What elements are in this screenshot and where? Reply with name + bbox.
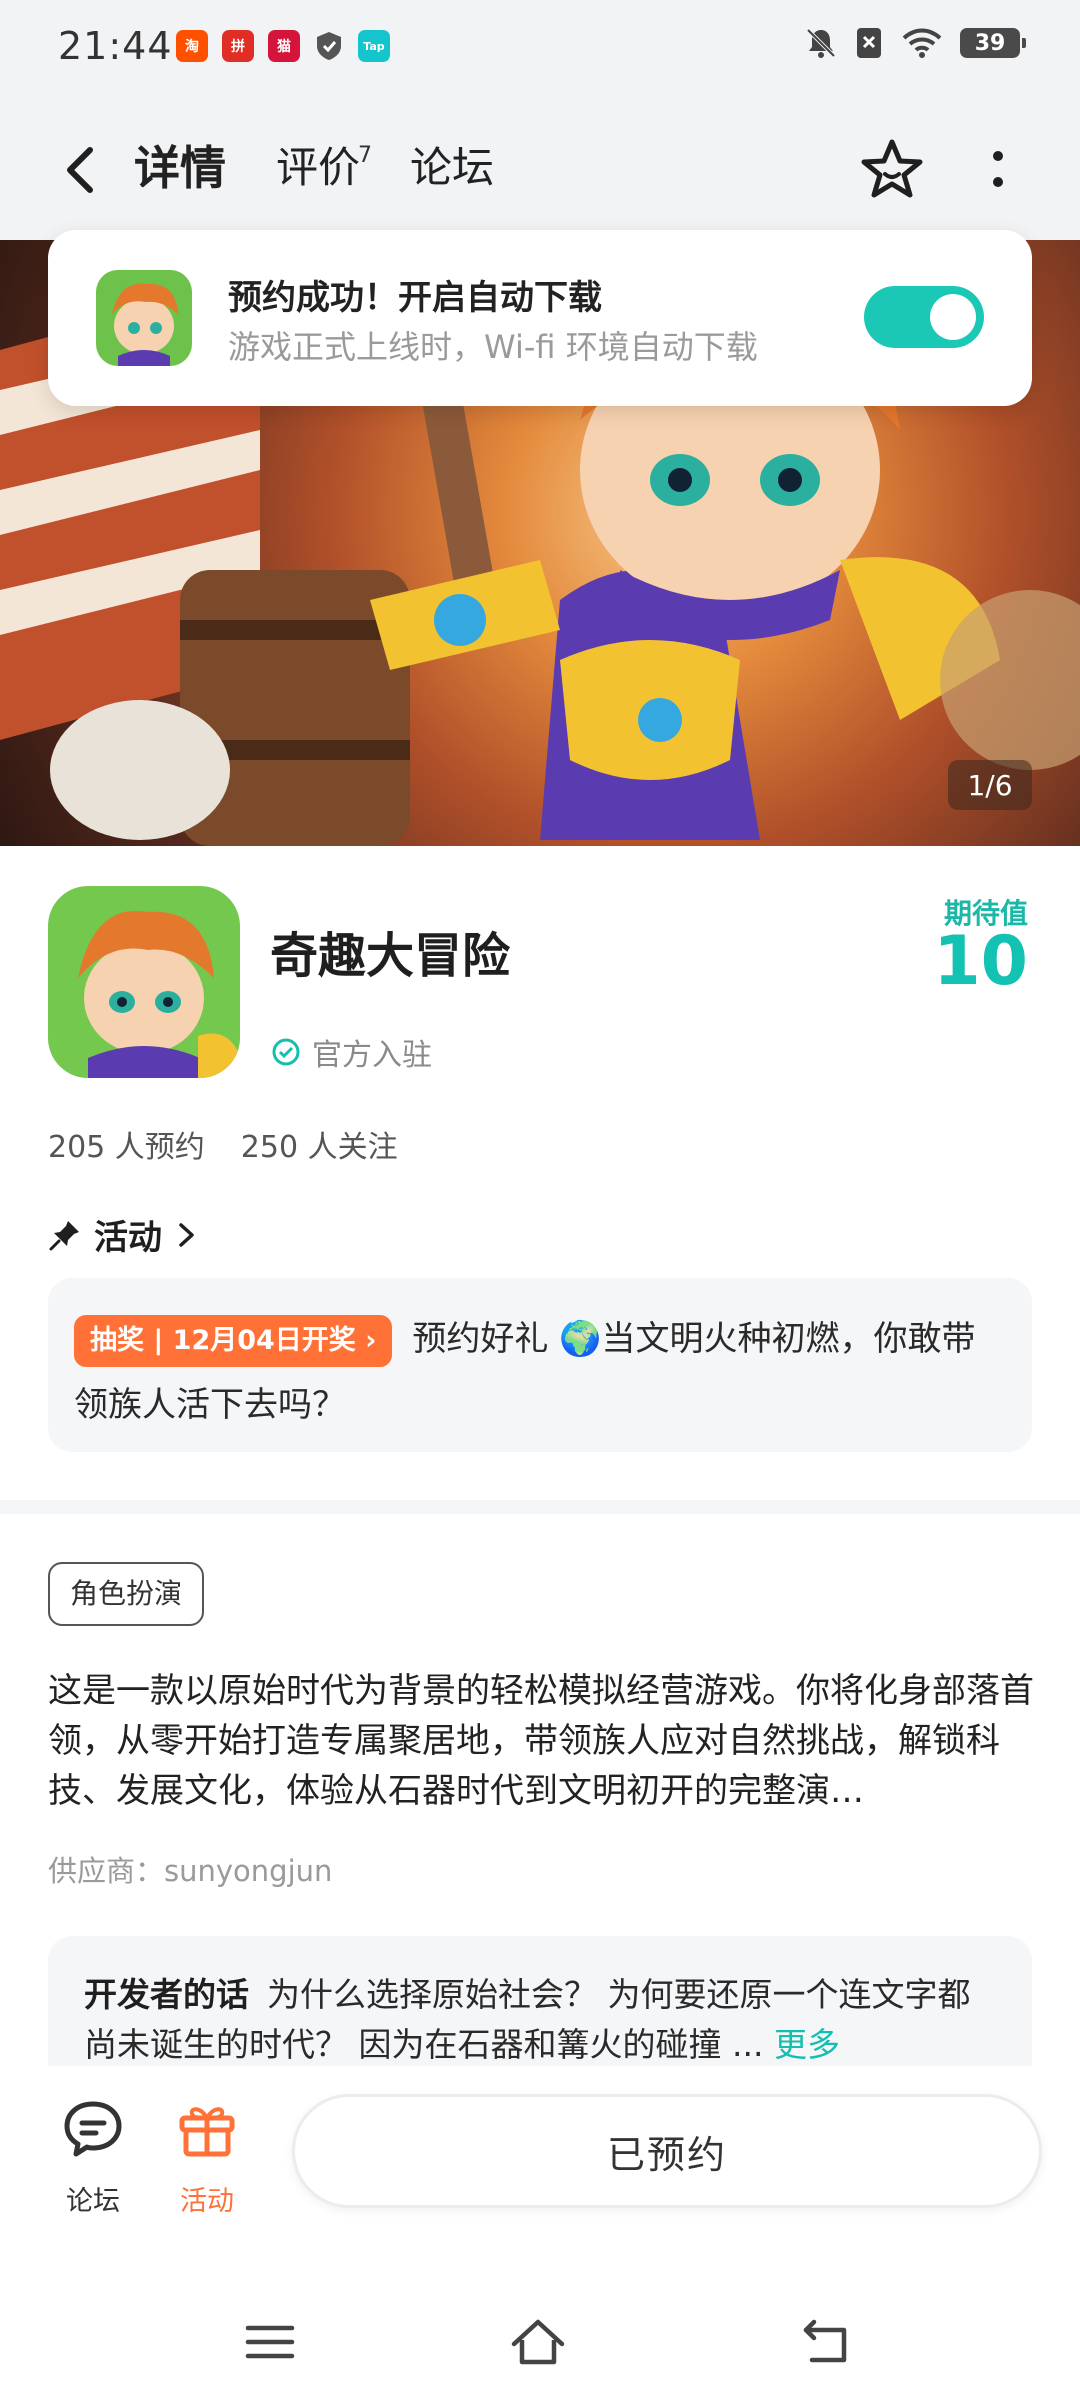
forum-shortcut[interactable]: 论坛 — [48, 2096, 138, 2218]
tmall-app-icon: 猫 — [268, 30, 300, 62]
reviews-count-badge: 7 — [358, 143, 373, 168]
pinduoduo-app-icon: 拼 — [222, 30, 254, 62]
game-description[interactable]: 这是一款以原始时代为背景的轻松模拟经营游戏。你将化身部落首领，从零开始打造专属聚… — [48, 1666, 1038, 1816]
official-badge: 官方入驻 — [270, 1030, 432, 1074]
reservation-count: 205 人预约 — [48, 1130, 205, 1165]
activity-card[interactable]: 抽奖 | 12月04日开奖 › 预约好礼 🌍当文明火种初燃，你敢带领族人活下去吗？ — [48, 1278, 1032, 1452]
back-arrow-icon[interactable] — [52, 140, 112, 200]
nav-tabs: 详情 评价 7 论坛 — [130, 136, 494, 206]
shield-icon — [317, 32, 341, 60]
activity-shortcut[interactable]: 活动 — [162, 2096, 252, 2218]
tab-reviews[interactable]: 评价 7 — [276, 136, 372, 200]
follower-count: 250 人关注 — [240, 1130, 398, 1165]
battery-indicator: 39 — [960, 28, 1026, 58]
status-time: 21:44 — [58, 24, 173, 68]
auto-download-toast: 预约成功！开启自动下载 游戏正式上线时，Wi-fi 环境自动下载 — [48, 230, 1032, 406]
status-system-icons: 39 — [804, 26, 1026, 60]
carousel-page-counter: 1/6 — [948, 760, 1032, 810]
sim-off-icon — [857, 28, 881, 58]
status-bar: 21:44 淘 拼 猫 Tap 39 — [0, 0, 1080, 96]
forum-shortcut-label: 论坛 — [66, 2186, 120, 2217]
game-stats: 205 人预约 250 人关注 — [48, 1122, 398, 1166]
toast-subtitle: 游戏正式上线时，Wi-fi 环境自动下载 — [228, 328, 758, 366]
more-link[interactable]: 更多 — [774, 2025, 840, 2064]
taobao-app-icon: 淘 — [176, 30, 208, 62]
supplier-name: sunyongjun — [164, 1854, 333, 1888]
verified-check-icon — [272, 1038, 300, 1066]
reserved-button[interactable]: 已预约 — [292, 2094, 1042, 2208]
toast-game-icon — [96, 270, 192, 366]
system-navigation-bar — [0, 2276, 1080, 2404]
activity-shortcut-label: 活动 — [180, 2186, 234, 2217]
taptap-app-icon: Tap — [358, 30, 390, 62]
game-title: 奇趣大冒险 — [270, 928, 511, 984]
pin-icon — [49, 1220, 79, 1250]
tab-details[interactable]: 详情 — [130, 136, 230, 206]
developer-note-title: 开发者的话 — [84, 1975, 249, 2014]
mute-bell-icon — [806, 28, 836, 58]
menu-icon[interactable] — [240, 2312, 300, 2372]
tab-reviews-label: 评价 — [276, 143, 361, 192]
wifi-icon — [902, 28, 942, 58]
tab-forum[interactable]: 论坛 — [410, 136, 494, 200]
favorite-star-icon[interactable] — [856, 134, 928, 206]
auto-download-toggle[interactable] — [864, 286, 984, 348]
activity-heading-label: 活动 — [94, 1218, 162, 1258]
toggle-knob — [930, 294, 976, 340]
chat-bubble-icon — [64, 2101, 122, 2157]
toast-title: 预约成功！开启自动下载 — [228, 278, 602, 318]
chevron-right-icon — [179, 1222, 194, 1247]
bottom-action-bar: 论坛 活动 已预约 — [0, 2066, 1080, 2276]
genre-tag[interactable]: 角色扮演 — [48, 1562, 205, 1626]
tab-forum-label: 论坛 — [410, 143, 495, 192]
back-icon[interactable] — [796, 2312, 856, 2372]
top-nav-bar: 详情 评价 7 论坛 — [0, 96, 1080, 240]
developer-note-card[interactable]: 开发者的话 为什么选择原始社会？ 为何要还原一个连文字都尚未诞生的时代？ 因为在石… — [48, 1936, 1032, 2066]
game-icon — [48, 886, 240, 1078]
lottery-tag-label: 抽奖 | 12月04日开奖 — [90, 1324, 356, 1356]
status-notification-icons: 淘 拼 猫 Tap — [176, 30, 390, 62]
more-options-icon[interactable] — [978, 140, 1018, 200]
activity-section-header[interactable]: 活动 — [48, 1210, 200, 1259]
supplier-label: 供应商： — [48, 1854, 165, 1888]
tab-details-label: 详情 — [134, 141, 226, 195]
official-label: 官方入驻 — [312, 1038, 432, 1073]
gift-icon — [179, 2107, 235, 2157]
supplier-line: 供应商：sunyongjun — [48, 1848, 332, 1890]
expectation-score: 10 — [933, 922, 1028, 1001]
section-divider — [0, 1500, 1080, 1514]
home-icon[interactable] — [508, 2312, 568, 2372]
lottery-tag[interactable]: 抽奖 | 12月04日开奖 › — [74, 1314, 393, 1367]
